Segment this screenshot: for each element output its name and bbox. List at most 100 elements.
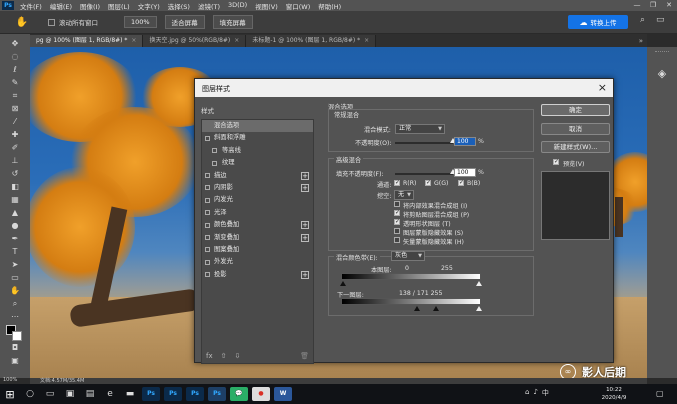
lasso-tool-icon[interactable]: ℓ xyxy=(8,64,22,75)
scroll-all-windows-checkbox[interactable] xyxy=(48,18,55,26)
add-style-icon[interactable]: + xyxy=(301,183,309,192)
fill-opacity-slider-track[interactable] xyxy=(395,173,453,175)
advanced-option-checkbox[interactable] xyxy=(394,228,400,234)
trash-icon[interactable]: 🗑 xyxy=(300,352,309,360)
style-checkbox[interactable] xyxy=(205,247,210,253)
type-tool-icon[interactable]: T xyxy=(8,246,22,257)
add-style-icon[interactable]: + xyxy=(301,233,309,242)
new-style-button[interactable]: 新建样式(W)... xyxy=(541,141,610,153)
taskbar-clock[interactable]: 10:22 2020/4/9 xyxy=(596,386,632,402)
move-up-icon[interactable]: ⇧ xyxy=(221,352,227,360)
more-tabs-icon[interactable]: » xyxy=(635,35,647,47)
gradient-tool-icon[interactable]: ▦ xyxy=(8,194,22,205)
move-tool-icon[interactable]: ✥ xyxy=(8,38,22,49)
style-item[interactable]: 纹理 xyxy=(202,157,313,169)
dodge-tool-icon[interactable]: ● xyxy=(8,220,22,231)
ok-button[interactable]: 确定 xyxy=(541,104,610,116)
ps-app-3-icon[interactable]: Ps xyxy=(186,387,204,401)
style-item[interactable]: 内发光 xyxy=(202,194,313,206)
fill-opacity-input[interactable]: 100 xyxy=(454,168,476,177)
blur-tool-icon[interactable]: ▲ xyxy=(8,207,22,218)
quick-select-tool-icon[interactable]: ✎ xyxy=(8,77,22,88)
style-checkbox[interactable] xyxy=(205,259,210,265)
ps-app-active-icon[interactable]: Ps xyxy=(208,387,226,401)
fill-screen-button[interactable]: 填充屏幕 xyxy=(212,15,253,29)
ps-app-1-icon[interactable]: Ps xyxy=(142,387,160,401)
style-checkbox[interactable] xyxy=(212,160,217,166)
fx-icon[interactable]: fx xyxy=(206,352,213,360)
tray-language-icon[interactable]: 中 xyxy=(542,388,549,398)
pen-tool-icon[interactable]: ✒ xyxy=(8,233,22,244)
hand-tool-icon[interactable]: ✋ xyxy=(8,285,22,296)
menu-item[interactable]: 文件(F) xyxy=(16,1,46,11)
eraser-tool-icon[interactable]: ◧ xyxy=(8,181,22,192)
wechat-app-icon[interactable]: 💬 xyxy=(230,387,248,401)
restore-button[interactable]: ❐ xyxy=(645,0,661,11)
preview-checkbox[interactable] xyxy=(553,158,559,165)
add-style-icon[interactable]: + xyxy=(301,221,309,230)
healing-brush-tool-icon[interactable]: ✚ xyxy=(8,129,22,140)
notification-icon[interactable]: ▢ xyxy=(656,389,664,398)
close-icon[interactable]: × xyxy=(598,81,607,94)
menu-item[interactable]: 窗口(W) xyxy=(282,1,315,11)
tab-document-3[interactable]: 未标题-1 @ 100% (图层 1, RGB/8#) * × xyxy=(246,35,377,47)
style-item[interactable]: 内阴影 + xyxy=(202,182,313,194)
style-item[interactable]: 斜面和浮雕 xyxy=(202,132,313,144)
style-item[interactable]: 颜色叠加 + xyxy=(202,219,313,231)
cancel-button[interactable]: 取消 xyxy=(541,123,610,135)
advanced-option-checkbox[interactable] xyxy=(394,218,400,225)
style-item[interactable]: 混合选项 xyxy=(202,120,313,133)
style-checkbox[interactable] xyxy=(205,272,210,278)
style-checkbox[interactable] xyxy=(205,222,210,228)
shape-tool-icon[interactable]: ▭ xyxy=(8,272,22,283)
menu-item[interactable]: 图层(L) xyxy=(104,1,134,11)
menu-item[interactable]: 视图(V) xyxy=(251,1,282,11)
dialog-title-bar[interactable]: 图层样式 × xyxy=(195,79,613,97)
task-view-icon[interactable]: ▭ xyxy=(40,384,60,404)
advanced-option-checkbox[interactable] xyxy=(394,201,400,207)
explorer-icon[interactable]: ▤ xyxy=(80,384,100,404)
style-item[interactable]: 描边 + xyxy=(202,170,313,182)
tray-network-icon[interactable]: ⌂ xyxy=(525,388,529,398)
close-window-button[interactable]: ✕ xyxy=(661,0,677,11)
style-checkbox[interactable] xyxy=(205,235,210,241)
style-item[interactable]: 外发光 xyxy=(202,256,313,268)
under-layer-gradient[interactable] xyxy=(341,298,481,305)
menu-item[interactable]: 文字(Y) xyxy=(134,1,164,11)
add-style-icon[interactable]: + xyxy=(301,171,309,180)
this-layer-gradient[interactable] xyxy=(341,273,481,280)
history-brush-tool-icon[interactable]: ↺ xyxy=(8,168,22,179)
opacity-slider-track[interactable] xyxy=(395,142,453,144)
style-checkbox[interactable] xyxy=(205,185,210,191)
style-checkbox[interactable] xyxy=(205,173,210,179)
folder-icon[interactable]: ▬ xyxy=(120,384,140,404)
zoom-status[interactable]: 100% xyxy=(3,377,17,383)
close-tab-icon[interactable]: × xyxy=(131,37,136,44)
move-down-icon[interactable]: ⇩ xyxy=(234,352,240,360)
menu-item[interactable]: 编辑(E) xyxy=(46,1,76,11)
search-icon[interactable]: ○ xyxy=(20,384,40,404)
advanced-option-checkbox[interactable] xyxy=(394,237,400,243)
style-checkbox[interactable] xyxy=(212,148,217,154)
under-layer-white-thumb[interactable] xyxy=(476,306,482,311)
menu-item[interactable]: 滤镜(T) xyxy=(194,1,224,11)
zoom-100-button[interactable]: 100% xyxy=(124,16,157,28)
channel-r-checkbox[interactable] xyxy=(394,179,400,186)
word-app-icon[interactable]: W xyxy=(274,387,292,401)
panel-grip[interactable] xyxy=(655,51,669,53)
menu-item[interactable]: 图像(I) xyxy=(76,1,104,11)
search-icon[interactable]: ⌕ xyxy=(640,15,645,25)
advanced-option-checkbox[interactable] xyxy=(394,209,400,216)
edge-icon[interactable]: e xyxy=(100,384,120,404)
color-swatches[interactable] xyxy=(6,325,24,341)
channel-g-checkbox[interactable] xyxy=(425,179,431,186)
more-tools-icon[interactable]: ⋯ xyxy=(8,311,22,322)
close-tab-icon[interactable]: × xyxy=(364,37,369,44)
windows-start-icon[interactable]: ⊞ xyxy=(0,384,20,404)
blend-if-select[interactable]: 灰色 ▼ xyxy=(391,251,425,261)
fit-screen-button[interactable]: 适合屏幕 xyxy=(164,15,205,29)
ps-app-2-icon[interactable]: Ps xyxy=(164,387,182,401)
frame-tool-icon[interactable]: ⊠ xyxy=(8,103,22,114)
style-checkbox[interactable] xyxy=(205,210,210,216)
clone-stamp-tool-icon[interactable]: ⊥ xyxy=(8,155,22,166)
